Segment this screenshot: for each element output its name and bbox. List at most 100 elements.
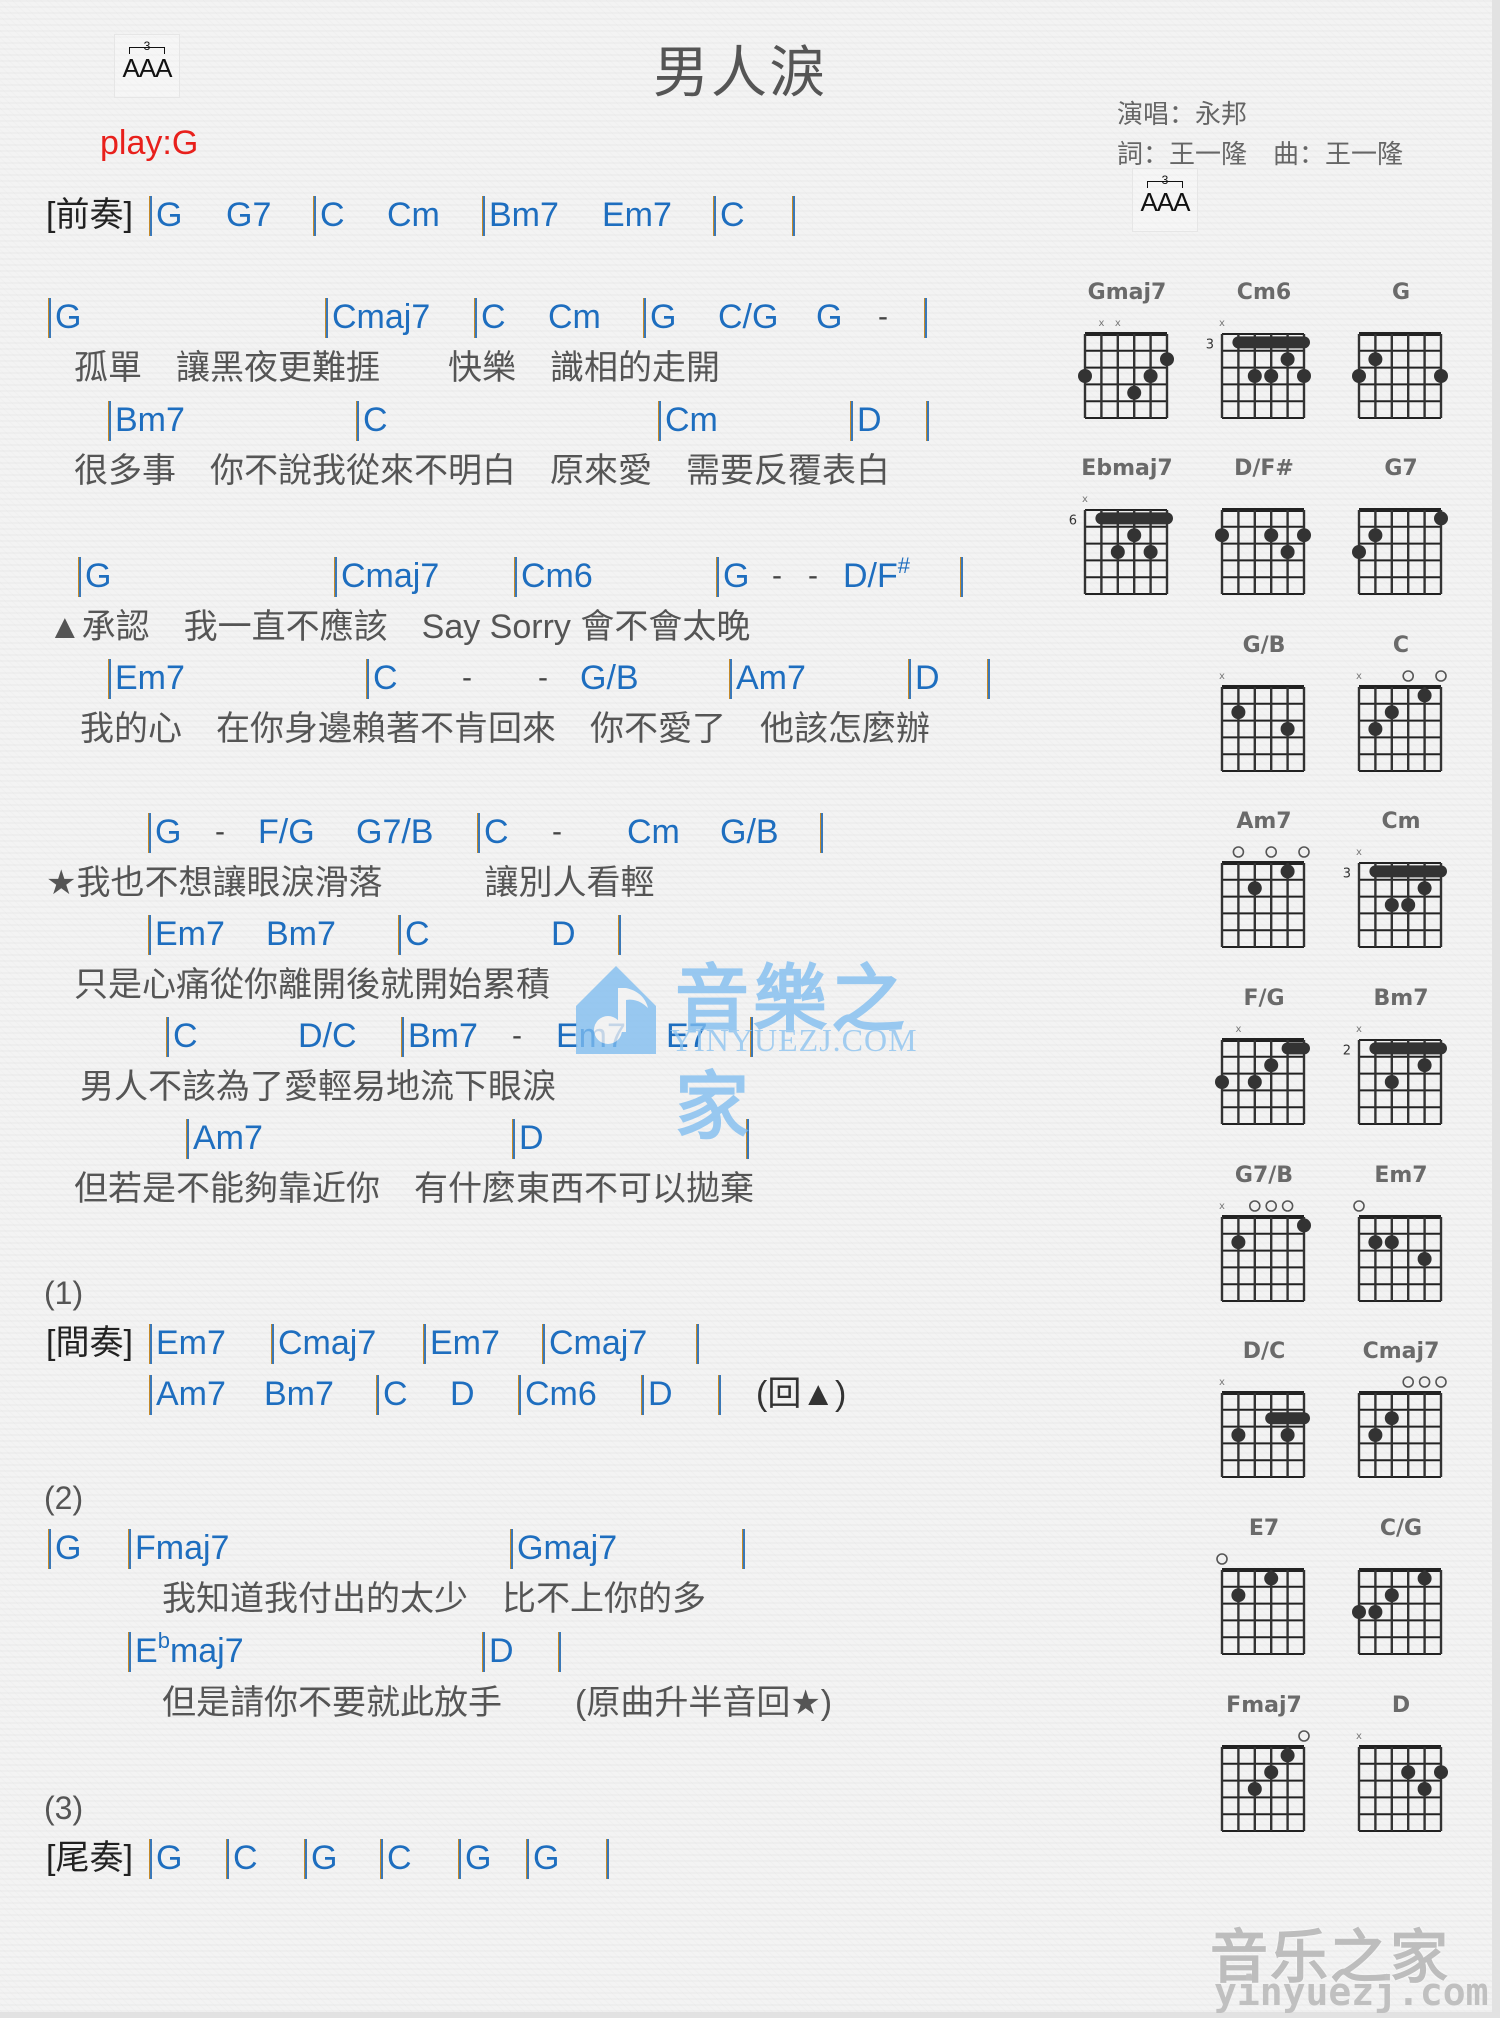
barre-icon	[1369, 1042, 1447, 1055]
lyric-line: 但若是不能夠靠近你 有什麼東西不可以拋棄	[74, 1170, 754, 1208]
bar-line	[304, 1839, 307, 1879]
barre-icon	[1265, 1412, 1310, 1425]
bar-line	[960, 557, 963, 597]
fret-number: 6	[1069, 513, 1077, 528]
finger-dot-icon	[1264, 1571, 1279, 1586]
open-string-icon	[1435, 1376, 1447, 1388]
page-frame-right	[1492, 0, 1500, 2018]
chord-diagram-name: D/F#	[1234, 456, 1294, 481]
finger-dot-icon	[1231, 1588, 1246, 1603]
finger-dot-icon	[1264, 528, 1279, 543]
open-string-icon	[1418, 1376, 1431, 1388]
chord: G	[156, 196, 183, 234]
finger-dot-icon	[1264, 1058, 1279, 1073]
chord-diagram-d-c: D/C x	[1204, 1339, 1324, 1489]
finger-dot-icon	[1231, 705, 1246, 720]
open-string-icon	[1353, 1200, 1365, 1212]
chord: Cmaj7	[278, 1324, 377, 1362]
chord: C	[481, 298, 506, 336]
finger-dot-icon	[1384, 705, 1399, 720]
chord: C	[484, 813, 509, 851]
finger-dot-icon	[1352, 369, 1366, 383]
chord: Cm6	[525, 1375, 597, 1413]
lyric-line: 孤單 讓黑夜更難捱 快樂 識相的走開	[74, 349, 720, 387]
chord: G	[85, 557, 112, 595]
chord-diagram-name: Cmaj7	[1362, 1339, 1440, 1364]
bar-line	[820, 813, 823, 853]
muted-string-mark: x	[1115, 318, 1121, 329]
bar-line	[148, 813, 151, 853]
muted-string-mark: x	[1082, 494, 1088, 505]
muted-string-mark: x	[1356, 1731, 1362, 1742]
chord: Fmaj7	[135, 1529, 230, 1567]
chord-diagram-name: Em7	[1374, 1163, 1428, 1188]
part-marker-3: (3)	[44, 1790, 84, 1826]
chord: Bm7	[408, 1017, 478, 1055]
open-string-icon	[1232, 846, 1245, 858]
bar-line	[376, 1375, 379, 1415]
bar-line	[908, 659, 911, 699]
finger-dot-icon	[1280, 864, 1295, 879]
open-string-icon	[1265, 1200, 1277, 1212]
bar-line	[718, 1375, 721, 1415]
hold-dash: -	[215, 815, 225, 848]
chord: Cm	[548, 298, 601, 336]
fretboard-grid: x	[1215, 1024, 1310, 1125]
chord-diagram-g-b: G/B x	[1204, 633, 1324, 783]
chord: D	[450, 1375, 475, 1413]
chord: Bm7	[266, 915, 336, 953]
finger-dot-icon	[1247, 1075, 1262, 1089]
bar-line	[792, 196, 795, 236]
chord: F/G	[258, 813, 315, 851]
chord-diagram-name: Cm6	[1236, 280, 1292, 305]
watermark-center: 音樂之家 YINYUEZJ.COM	[560, 940, 960, 1150]
chord-diagram-name: C	[1392, 633, 1410, 658]
muted-string-mark: x	[1219, 318, 1225, 329]
chord-diagram-g7-b: G7/B x	[1204, 1163, 1324, 1313]
chord: G/B	[580, 659, 639, 697]
bar-line	[924, 298, 927, 338]
chord-diagram-name: C/G	[1379, 1516, 1423, 1541]
chord: Em7	[156, 1324, 226, 1362]
bar-line	[716, 557, 719, 597]
fretboard-grid: 6x	[1069, 494, 1173, 595]
finger-dot-icon	[1384, 1075, 1399, 1089]
finger-dot-icon	[1434, 369, 1448, 383]
bar-line	[518, 1375, 521, 1415]
bar-line	[166, 1017, 169, 1057]
bar-line	[526, 1839, 529, 1879]
chord-diagram-name: D	[1391, 1693, 1411, 1718]
chord-diagram-bm7: Bm7 2 x	[1341, 986, 1461, 1136]
bar-line	[423, 1324, 426, 1364]
lyric-line: 男人不該為了愛輕易地流下眼淚	[80, 1068, 556, 1106]
bar-line	[325, 298, 328, 338]
song-title: 男人淚	[653, 41, 827, 104]
chord-diagram-name: E7	[1248, 1516, 1280, 1541]
fretboard-grid: x	[1356, 670, 1447, 772]
finger-dot-icon	[1368, 1605, 1383, 1619]
bar-line	[643, 298, 646, 338]
flat-sign: b	[157, 1628, 170, 1653]
chord: G	[311, 1839, 338, 1877]
bar-line	[474, 298, 477, 338]
chord: Cm	[387, 196, 440, 234]
finger-dot-icon	[1368, 722, 1383, 736]
finger-dot-icon	[1143, 545, 1158, 559]
fretboard-grid	[1353, 1200, 1443, 1302]
finger-dot-icon	[1417, 881, 1432, 896]
bar-line	[149, 1375, 152, 1415]
chord-diagram-name: D/C	[1242, 1339, 1286, 1364]
finger-dot-icon	[1401, 898, 1416, 912]
open-string-icon	[1435, 670, 1447, 682]
bar-line	[729, 659, 732, 699]
bar-line	[713, 196, 716, 236]
open-string-icon	[1298, 846, 1310, 858]
finger-dot-icon	[1297, 369, 1311, 383]
chord: D	[489, 1632, 514, 1670]
barre-icon	[1095, 512, 1173, 525]
chord: Bm7	[489, 196, 559, 234]
lyric-line: 但是請你不要就此放手	[162, 1684, 502, 1722]
fretboard-grid: 2x	[1343, 1024, 1447, 1125]
chord: Bm7	[264, 1375, 334, 1413]
open-string-icon	[1216, 1553, 1228, 1565]
